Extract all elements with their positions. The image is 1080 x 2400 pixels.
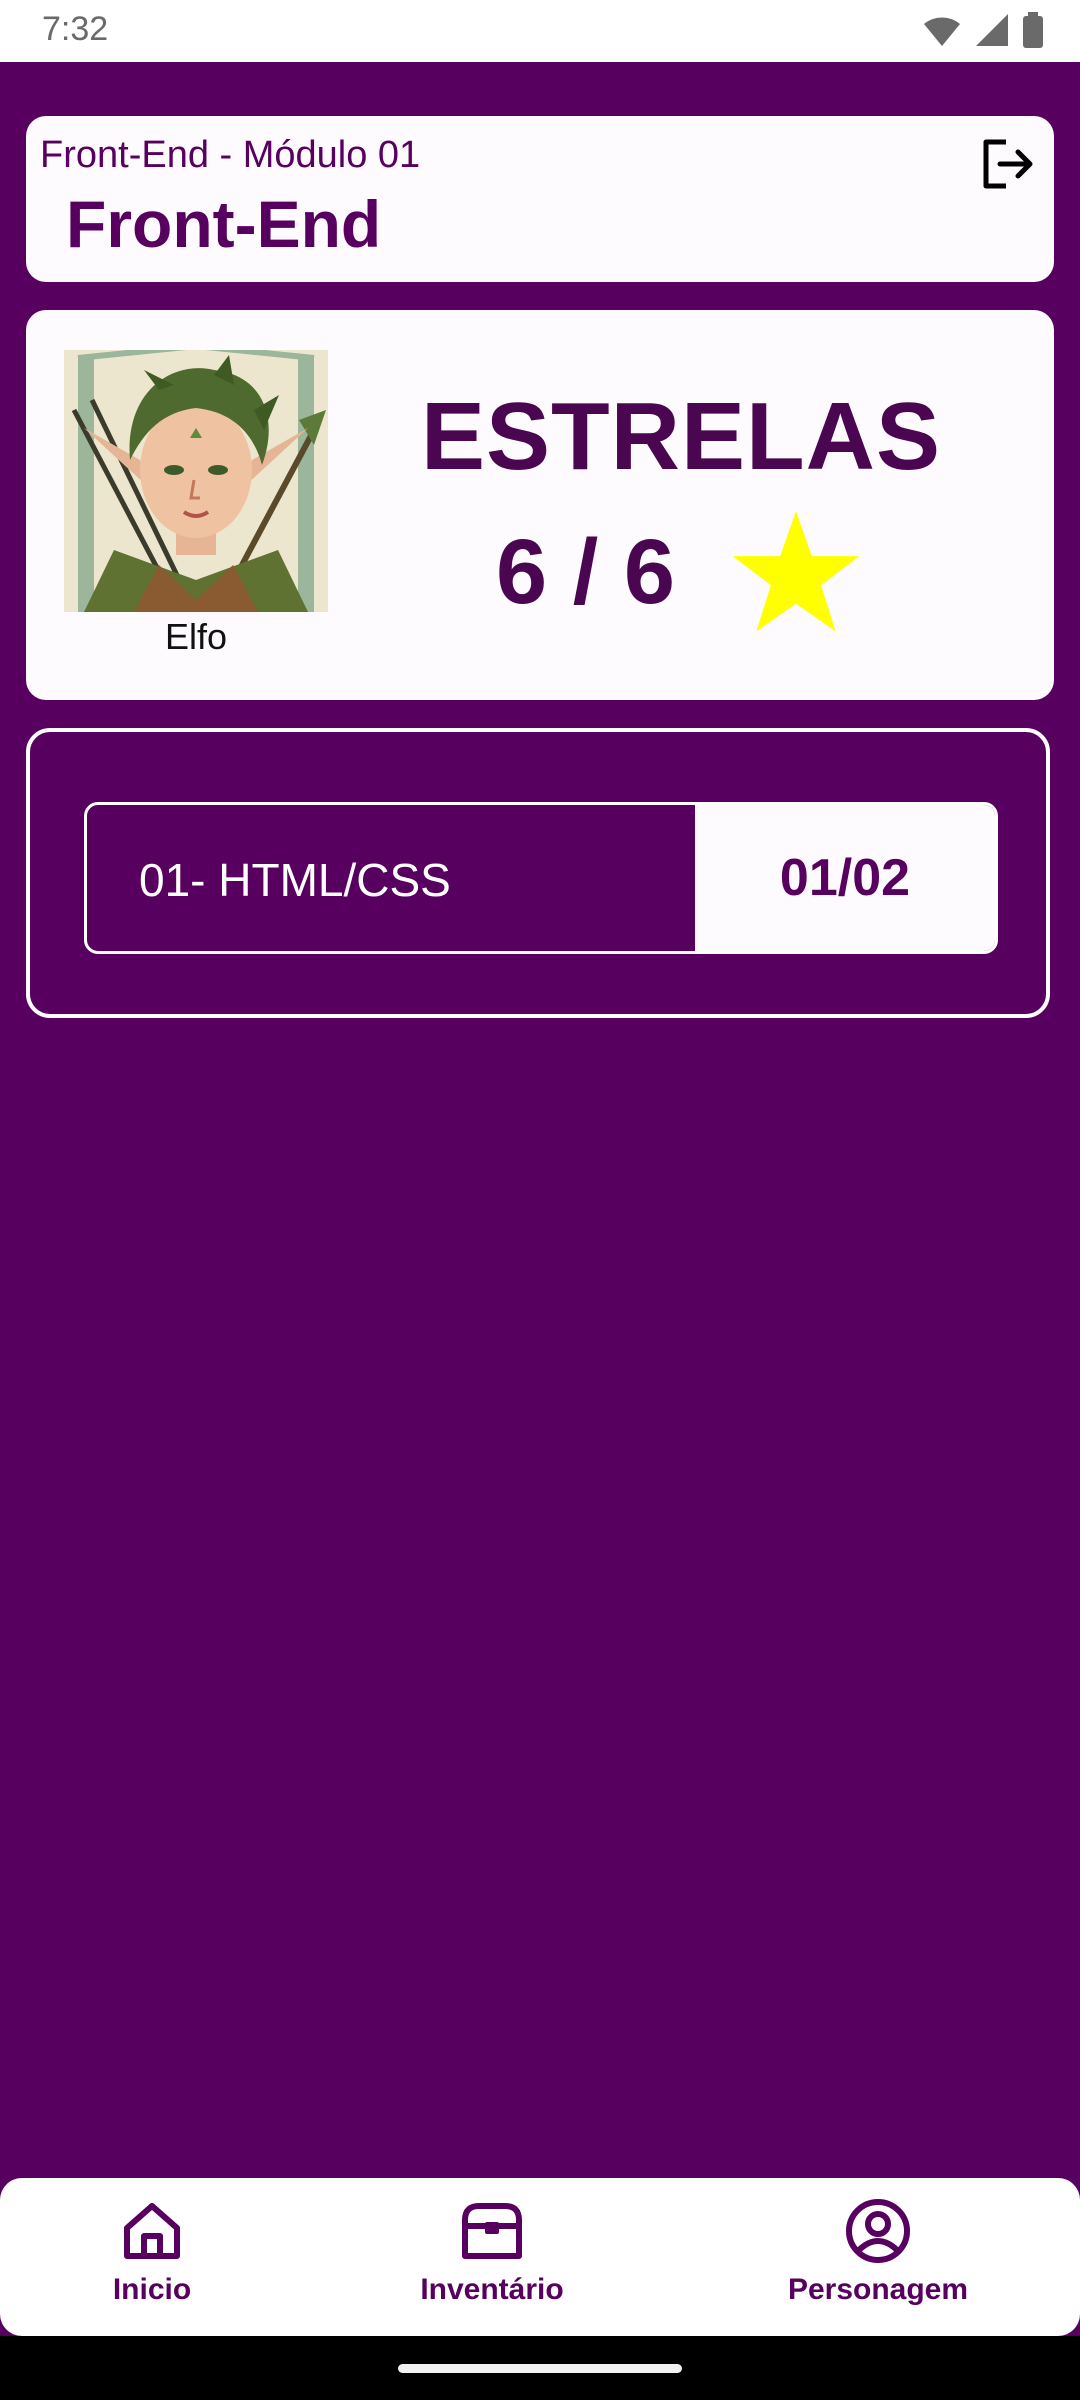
nav-item-inventario[interactable]: Inventário [392, 2196, 592, 2307]
battery-icon [1023, 12, 1043, 48]
stars-title: ESTRELAS [420, 383, 942, 490]
chest-icon [462, 2203, 522, 2259]
status-icons [922, 12, 1044, 48]
module-name: 01- HTML/CSS [139, 854, 451, 906]
module-item-html-css[interactable]: 01- HTML/CSS 01/02 [84, 802, 998, 954]
nav-item-personagem[interactable]: Personagem [768, 2196, 988, 2307]
bottom-nav: Inicio Inventário Personagem [0, 2178, 1080, 2336]
nav-label-inventario: Inventário [420, 2273, 564, 2306]
nav-item-inicio[interactable]: Inicio [92, 2196, 212, 2307]
character-avatar [64, 350, 328, 612]
home-icon [124, 2203, 180, 2259]
nav-label-inicio: Inicio [112, 2273, 192, 2306]
elf-portrait-image [64, 350, 328, 612]
character-stars-card: Elfo ESTRELAS 6 / 6 [26, 310, 1054, 700]
stars-count: 6 / 6 [496, 521, 676, 623]
home-indicator[interactable] [398, 2364, 682, 2373]
status-bar: 7:32 [0, 0, 1080, 62]
wifi-icon [924, 17, 960, 46]
module-progress: 01/02 [695, 805, 995, 951]
user-circle-icon [846, 2199, 910, 2263]
module-subtitle: Front-End - Módulo 01 [40, 134, 421, 176]
logout-icon[interactable] [978, 134, 1038, 194]
signal-icon [976, 14, 1008, 46]
status-time: 7:32 [42, 10, 109, 48]
nav-label-personagem: Personagem [787, 2273, 969, 2306]
page-title: Front-End [66, 187, 382, 261]
modules-list: 01- HTML/CSS 01/02 [26, 728, 1050, 1018]
module-header-card: Front-End - Módulo 01 Front-End [26, 116, 1054, 282]
character-name: Elfo [164, 616, 228, 657]
star-icon [732, 511, 860, 632]
